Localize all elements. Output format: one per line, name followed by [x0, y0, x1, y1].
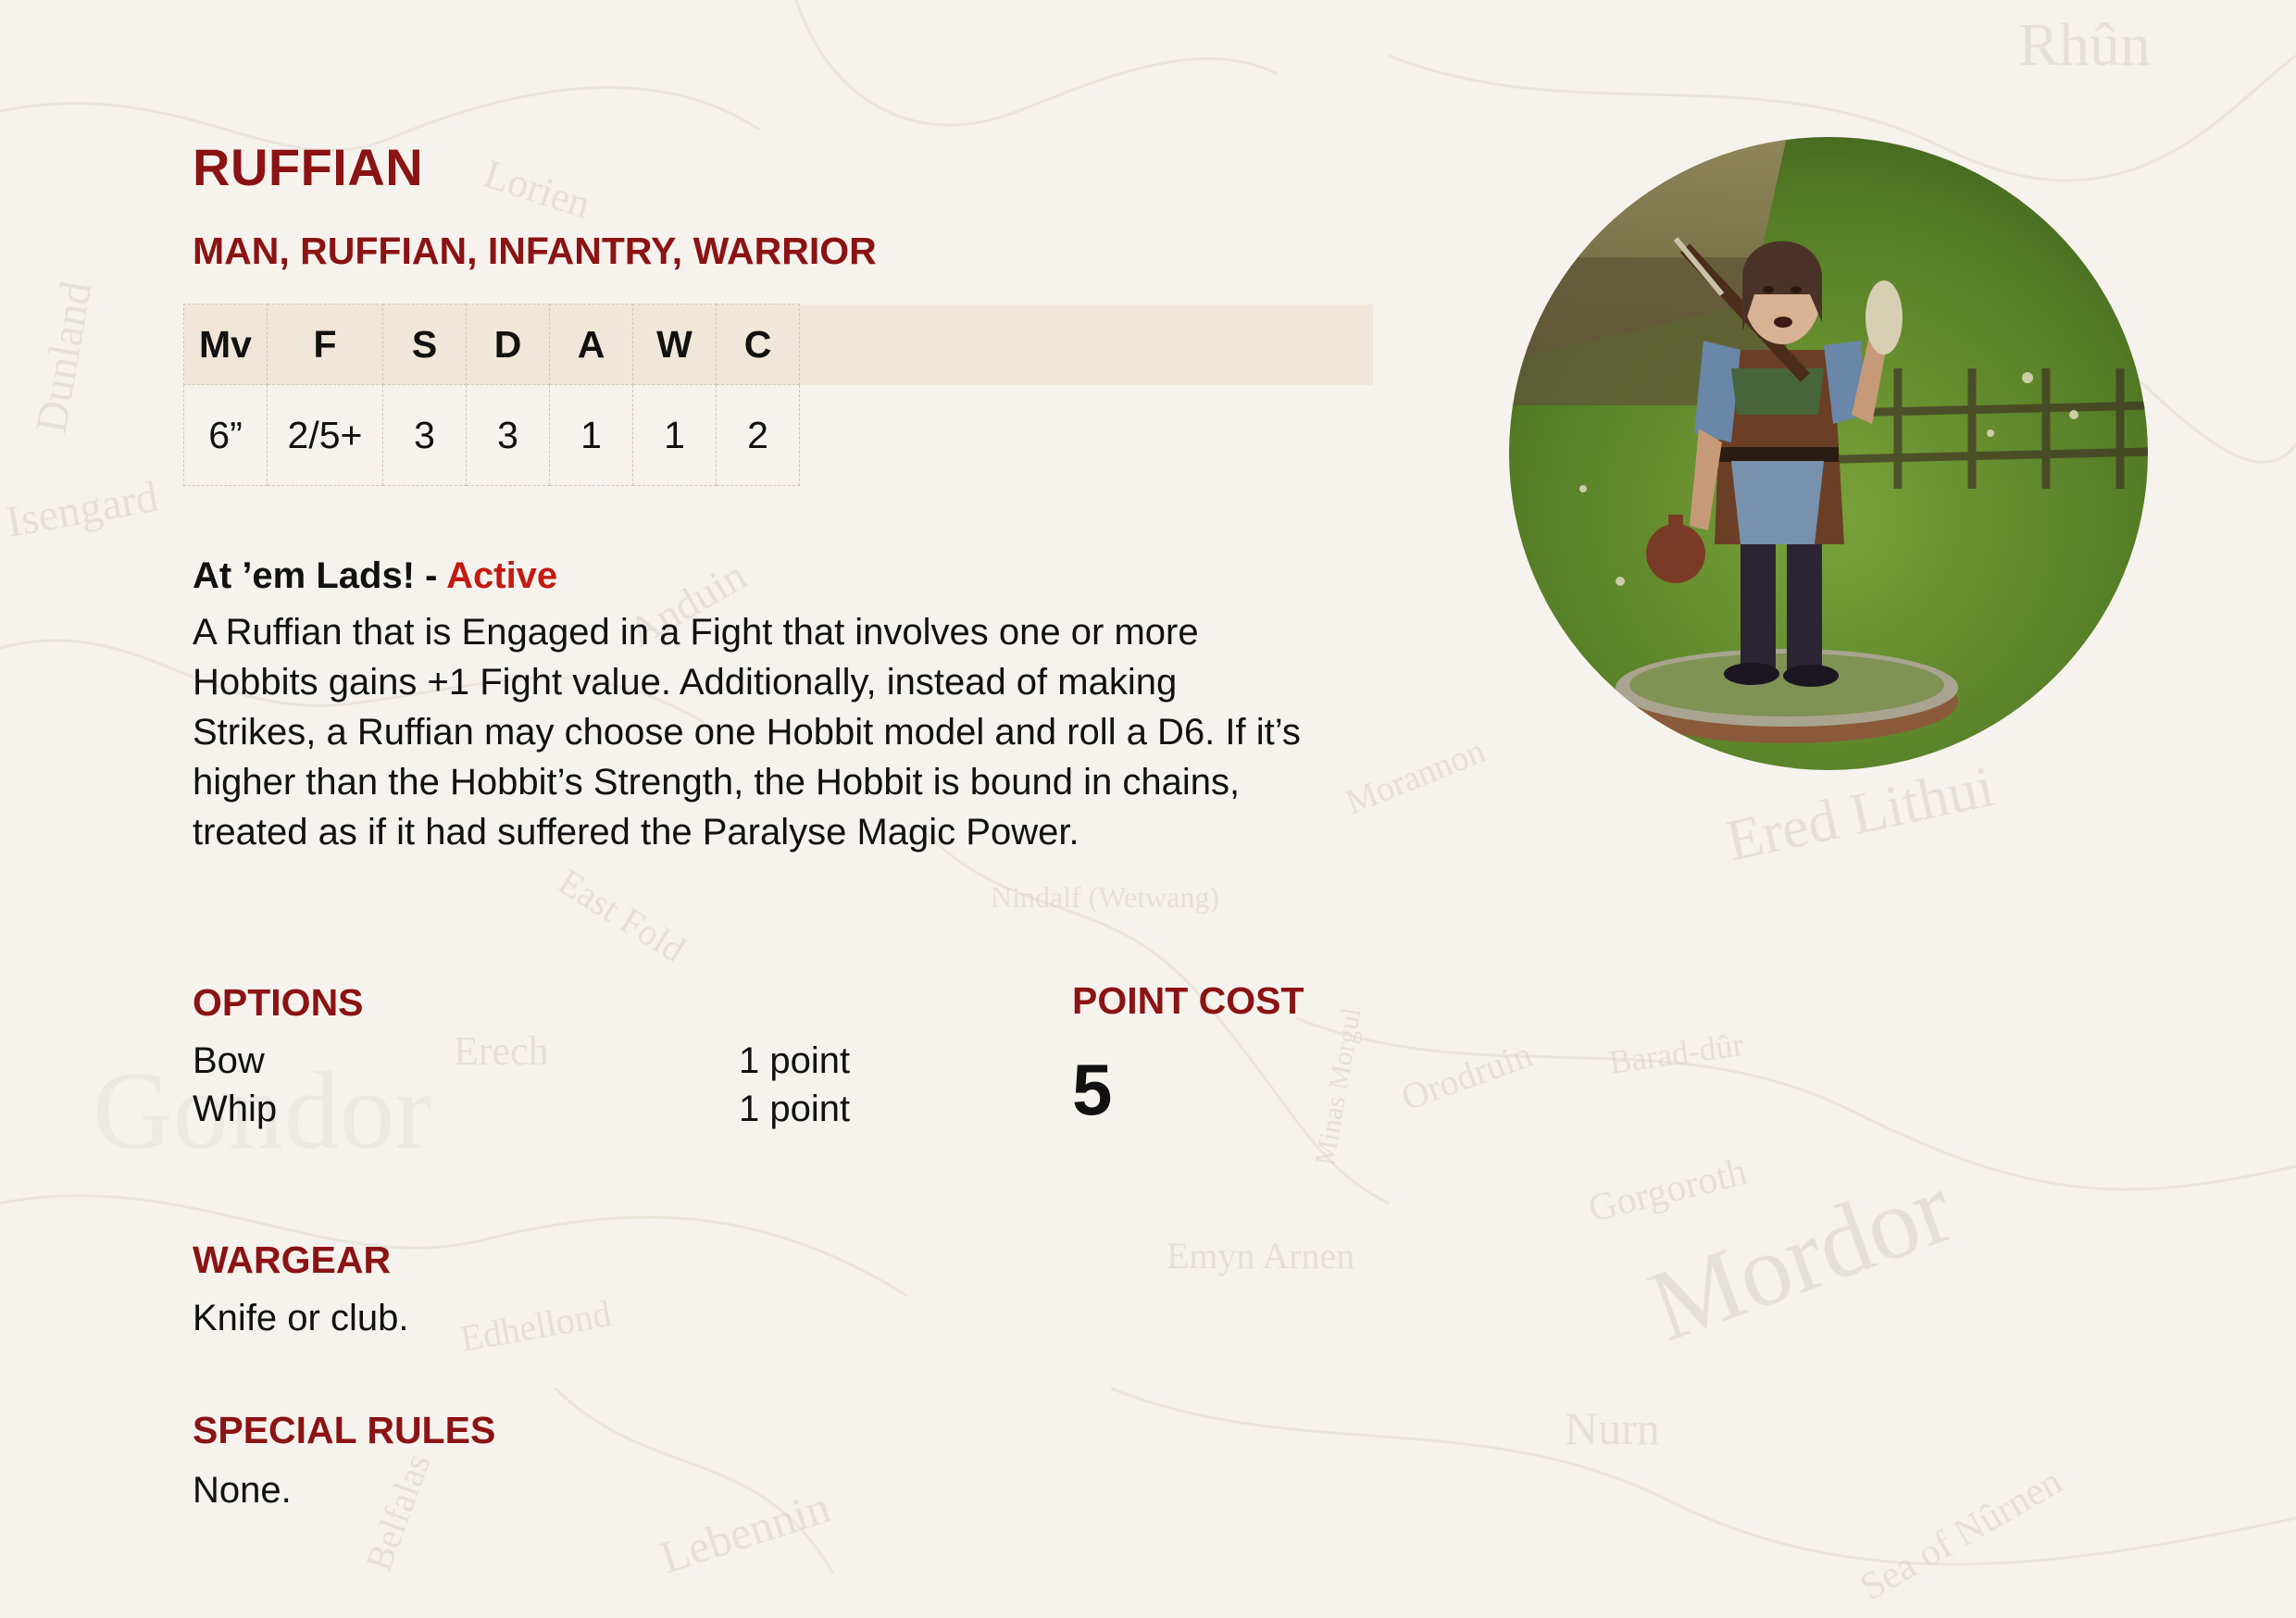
special-ability-text: A Ruffian that is Engaged in a Fight tha…: [193, 612, 1301, 853]
map-label: Barad-dûr: [1607, 1026, 1746, 1081]
map-label: Rhûn: [2018, 11, 2151, 79]
stat-header-row: Mv F S D A W C: [183, 304, 1373, 385]
special-rules-title: SPECIAL RULES: [193, 1409, 496, 1451]
map-label: Morannon: [1341, 731, 1491, 822]
stat-table: Mv F S D A W C 6” 2/5+ 3 3 1 1 2: [183, 304, 1373, 486]
special-ability-type: Active: [446, 555, 558, 596]
map-label: Nindalf (Wetwang): [991, 880, 1219, 914]
stat-value-filler: [800, 385, 1373, 486]
special-ability-name: At ’em Lads! -: [193, 555, 447, 596]
map-label: Erech: [454, 1028, 549, 1074]
map-label: Nurn: [1565, 1402, 1660, 1454]
options-title: OPTIONS: [193, 981, 364, 1024]
stat-value-a: 1: [549, 384, 633, 486]
stat-header-f: F: [267, 304, 383, 385]
special-rules-text: None.: [193, 1470, 292, 1511]
stat-value-s: 3: [382, 384, 467, 486]
stat-header-w: W: [632, 304, 717, 385]
map-label: Gorgoroth: [1584, 1151, 1751, 1231]
stat-value-row: 6” 2/5+ 3 3 1 1 2: [183, 384, 1373, 486]
miniature-illustration: [1509, 137, 2148, 770]
option-row-whip: Whip: [193, 1085, 277, 1133]
wargear-text: Knife or club.: [193, 1298, 409, 1338]
map-label: Sea of Nûrnen: [1853, 1461, 2069, 1610]
stat-value-c: 2: [716, 384, 800, 486]
option-name: Bow: [193, 1040, 265, 1081]
option-cost-whip: 1 point: [739, 1089, 851, 1129]
stat-header-mv: Mv: [183, 304, 268, 385]
map-label: Edhellond: [457, 1292, 615, 1360]
map-label: Belfalas: [357, 1449, 438, 1577]
map-label: Lebennin: [654, 1480, 836, 1584]
special-ability-heading: At ’em Lads! - Active: [193, 555, 557, 597]
map-label: Ered Lithui: [1720, 753, 2000, 873]
option-cost-bow: 1 point: [739, 1040, 851, 1081]
map-label: Minas Morgul: [1309, 1005, 1366, 1167]
point-cost-title: POINT COST: [1072, 979, 1304, 1022]
map-label: Dunland: [27, 278, 102, 437]
stat-header-s: S: [382, 304, 467, 385]
stat-header-filler: [799, 304, 1373, 385]
map-label: East Fold: [551, 860, 693, 970]
option-row-bow: Bow: [193, 1037, 265, 1085]
map-label: Isengard: [3, 472, 162, 547]
stat-value-w: 1: [632, 384, 717, 486]
stat-header-a: A: [549, 304, 633, 385]
map-label: Orodruin: [1396, 1033, 1538, 1118]
miniature-portrait: [1509, 137, 2148, 770]
stat-value-mv: 6”: [183, 384, 268, 486]
point-cost-value: 5: [1072, 1049, 1113, 1130]
stat-value-d: 3: [466, 384, 550, 486]
stat-value-f: 2/5+: [267, 384, 383, 486]
stat-header-d: D: [466, 304, 550, 385]
stat-header-c: C: [716, 304, 800, 385]
option-name: Whip: [193, 1089, 278, 1129]
map-label: Emyn Arnen: [1167, 1235, 1354, 1276]
unit-keywords: MAN, RUFFIAN, INFANTRY, WARRIOR: [193, 230, 877, 272]
wargear-title: WARGEAR: [193, 1238, 392, 1281]
map-label: Lorien: [479, 151, 596, 228]
unit-name: RUFFIAN: [193, 138, 424, 196]
